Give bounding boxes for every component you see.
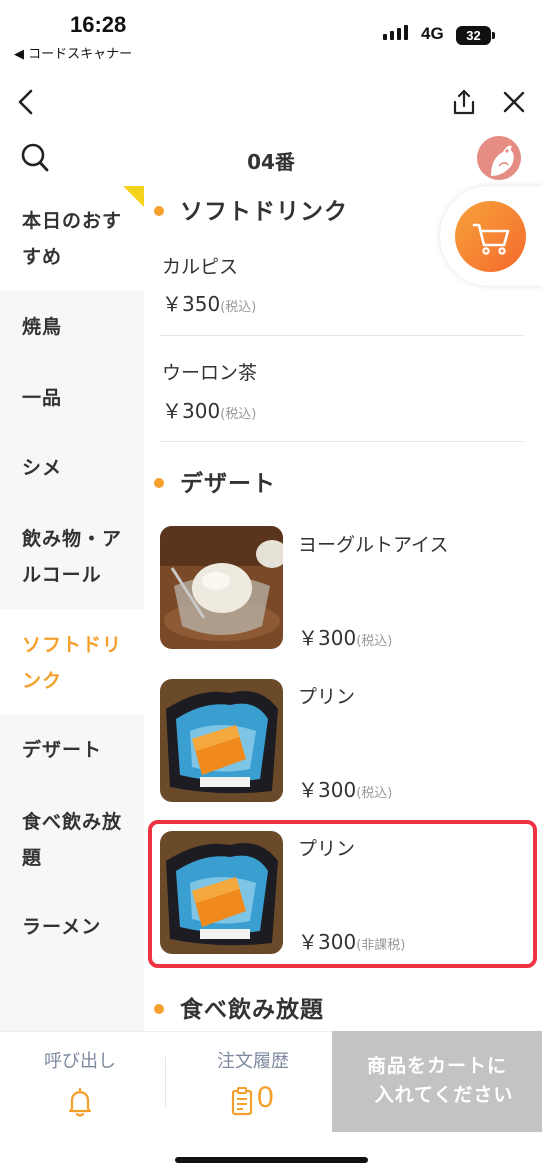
battery-tip [492, 32, 495, 39]
sidebar-item-label: ラーメン [22, 916, 102, 938]
menu-item-name[interactable]: カルピス [162, 252, 238, 279]
section-title-dessert: デザート [154, 464, 276, 498]
back-arrow-icon[interactable] [14, 88, 38, 116]
sidebar-item-label: 飲み物・アルコール [22, 528, 123, 586]
order-history-count: 0 [257, 1081, 274, 1114]
network-type: 4G [421, 24, 444, 43]
tax-note: (税込) [356, 634, 393, 649]
order-history-button[interactable]: 注文履歴 0 [166, 1031, 332, 1132]
yogurt-ice-photo[interactable] [160, 526, 283, 649]
section-dot [154, 1003, 164, 1014]
section-title-text: ソフトドリンク [180, 199, 348, 225]
section-dot [154, 477, 164, 488]
section-title-text: 食べ飲み放題 [180, 997, 324, 1023]
sidebar-item-ippin[interactable]: 一品 [0, 363, 144, 433]
cart-button[interactable] [455, 201, 526, 272]
sidebar-item-label: 食べ飲み放題 [22, 811, 123, 869]
share-icon[interactable] [451, 88, 477, 116]
checkout-label-line1: 商品をカートに [366, 1055, 507, 1077]
home-indicator [175, 1157, 368, 1163]
call-staff-label: 呼び出し [44, 1051, 116, 1072]
price-value: ￥300 [298, 778, 357, 802]
avatar[interactable] [477, 136, 521, 180]
sidebar-item-all-you-can-eat[interactable]: 食べ飲み放題 [0, 786, 144, 892]
item-divider [160, 335, 523, 336]
sidebar-item-dessert[interactable]: デザート [0, 714, 144, 786]
selected-item-highlight [148, 820, 537, 968]
bell-icon [68, 1087, 92, 1117]
back-to-app-link[interactable]: ◀ コードスキャナー [14, 43, 132, 62]
price-value: ￥350 [162, 292, 221, 316]
menu-item-name[interactable]: ヨーグルトアイス [298, 530, 448, 557]
sidebar-item-drinks-alcohol[interactable]: 飲み物・アルコール [0, 503, 144, 609]
close-icon[interactable] [502, 90, 526, 114]
sidebar-item-label: 本日のおすすめ [22, 210, 123, 268]
sidebar-item-label: デザート [22, 739, 103, 761]
price-value: ￥300 [298, 626, 357, 650]
menu-item-price: ￥300(税込) [298, 774, 392, 803]
section-title-soft-drink: ソフトドリンク [154, 192, 348, 226]
section-dot [154, 205, 164, 216]
rooster-logo-icon [491, 145, 514, 176]
recommend-corner-badge [123, 186, 144, 207]
sidebar-item-shime[interactable]: シメ [0, 433, 144, 503]
menu-item-price: ￥300(税込) [162, 395, 256, 424]
pudding-photo[interactable] [160, 679, 283, 802]
item-divider [160, 441, 523, 442]
battery-icon: 32 [456, 26, 491, 45]
page-title: 04番 [247, 150, 295, 174]
status-time: 16:28 [70, 12, 127, 37]
call-staff-button[interactable]: 呼び出し [0, 1031, 165, 1132]
tax-note: (税込) [220, 300, 257, 315]
section-title-all-you-can-eat: 食べ飲み放題 [154, 990, 324, 1024]
sidebar-item-label: ソフトドリンク [22, 634, 123, 692]
sidebar-item-ramen[interactable]: ラーメン [0, 892, 144, 962]
add-to-cart-prompt-button[interactable]: 商品をカートに 入れてください [332, 1031, 542, 1132]
section-title-text: デザート [180, 471, 276, 497]
menu-item-price: ￥350(税込) [162, 288, 256, 317]
clipboard-icon [231, 1087, 253, 1116]
checkout-label-line2: 入れてください [374, 1084, 514, 1106]
menu-item-name[interactable]: プリン [298, 682, 355, 709]
sidebar-item-label: シメ [22, 457, 63, 479]
order-history-label: 注文履歴 [217, 1051, 289, 1072]
signal-icon [383, 25, 408, 40]
sidebar-item-label: 一品 [22, 387, 63, 409]
menu-item-price: ￥300(税込) [298, 622, 392, 651]
sidebar-item-yakitori[interactable]: 焼鳥 [0, 291, 144, 363]
tax-note: (税込) [356, 786, 393, 801]
price-value: ￥300 [162, 399, 221, 423]
tax-note: (税込) [220, 407, 257, 422]
menu-item-name[interactable]: ウーロン茶 [162, 358, 257, 385]
sidebar-item-label: 焼鳥 [22, 316, 63, 338]
sidebar-item-soft-drink[interactable]: ソフトドリンク [0, 609, 144, 714]
cart-icon [472, 223, 510, 255]
